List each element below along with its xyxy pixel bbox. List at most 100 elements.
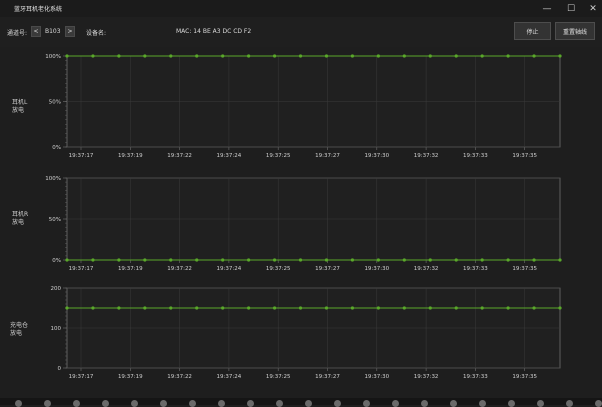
chart-left-earbud-discharge: 19:37:17 19:37:19 19:37:22 19:37:24 19:37:25… bbox=[45, 54, 562, 159]
data-point bbox=[350, 54, 355, 58]
taskbar-dot bbox=[189, 400, 196, 407]
prev-channel-button[interactable]: < bbox=[31, 26, 41, 37]
data-point bbox=[350, 306, 355, 310]
data-point bbox=[532, 258, 536, 262]
data-point bbox=[169, 54, 173, 58]
x-tick-label: 19:37:17 bbox=[69, 374, 94, 380]
x-tick-label: 19:37:19 bbox=[118, 266, 143, 272]
x-tick-label: 19:37:32 bbox=[414, 374, 439, 380]
x-tick-label: 19:37:24 bbox=[217, 153, 242, 159]
data-point bbox=[506, 306, 510, 310]
data-point bbox=[221, 306, 225, 310]
x-tick-label: 19:37:33 bbox=[463, 374, 488, 380]
data-point bbox=[91, 54, 95, 58]
data-point bbox=[272, 258, 277, 262]
taskbar-dot bbox=[15, 400, 22, 407]
data-point bbox=[91, 258, 95, 262]
y-tick-label: 100% bbox=[45, 176, 61, 182]
data-point bbox=[247, 258, 251, 262]
x-tick-label: 19:37:30 bbox=[364, 374, 389, 380]
data-point bbox=[272, 306, 277, 310]
x-tick-label: 19:37:22 bbox=[167, 374, 192, 380]
x-tick-label: 19:37:25 bbox=[266, 374, 291, 380]
maximize-icon[interactable]: ☐ bbox=[562, 0, 580, 17]
taskbar-dot bbox=[479, 400, 486, 407]
x-tick-label: 19:37:22 bbox=[167, 266, 192, 272]
x-tick-label: 19:37:24 bbox=[217, 374, 242, 380]
x-tick-label: 19:37:35 bbox=[512, 153, 537, 159]
y-tick-label: 100 bbox=[51, 326, 62, 332]
taskbar-dot bbox=[566, 400, 573, 407]
taskbar-dot bbox=[102, 400, 109, 407]
title-bar: 蓝牙耳机老化系统 — ☐ ✕ bbox=[0, 0, 602, 17]
data-point bbox=[558, 54, 562, 58]
y-tick-label: 200 bbox=[51, 286, 62, 292]
x-tick-label: 19:37:27 bbox=[315, 374, 340, 380]
data-point bbox=[91, 306, 95, 310]
data-point bbox=[350, 258, 355, 262]
x-tick-label: 19:37:35 bbox=[512, 266, 537, 272]
x-tick-label: 19:37:19 bbox=[118, 153, 143, 159]
data-point bbox=[117, 306, 121, 310]
channel-value: B103 bbox=[45, 28, 61, 35]
data-point bbox=[298, 258, 303, 262]
taskbar-dot bbox=[131, 400, 138, 407]
data-point bbox=[558, 258, 562, 262]
taskbar-dot bbox=[247, 400, 254, 407]
data-point bbox=[117, 258, 121, 262]
data-point bbox=[480, 54, 484, 58]
x-tick-label: 19:37:25 bbox=[266, 266, 291, 272]
x-tick-label: 19:37:27 bbox=[315, 153, 340, 159]
taskbar-dot bbox=[450, 400, 457, 407]
next-channel-button[interactable]: > bbox=[65, 26, 75, 37]
data-point bbox=[480, 306, 484, 310]
data-point bbox=[169, 306, 173, 310]
close-icon[interactable]: ✕ bbox=[584, 0, 602, 17]
data-point bbox=[402, 306, 406, 310]
taskbar-dot bbox=[421, 400, 428, 407]
data-point bbox=[195, 306, 199, 310]
taskbar-dot bbox=[595, 400, 602, 407]
data-point bbox=[506, 54, 510, 58]
data-point bbox=[480, 258, 484, 262]
data-point bbox=[506, 258, 510, 262]
x-tick-label: 19:37:25 bbox=[266, 153, 291, 159]
data-point bbox=[454, 306, 458, 310]
taskbar-dot bbox=[334, 400, 341, 407]
data-point bbox=[195, 258, 199, 262]
x-tick-label: 19:37:33 bbox=[463, 153, 488, 159]
x-tick-label: 19:37:35 bbox=[512, 374, 537, 380]
taskbar-dot bbox=[508, 400, 515, 407]
x-tick-label: 19:37:32 bbox=[414, 153, 439, 159]
data-point bbox=[221, 54, 225, 58]
y-tick-label: 0 bbox=[58, 366, 62, 372]
data-point bbox=[532, 54, 536, 58]
data-point bbox=[324, 54, 329, 58]
minimize-icon[interactable]: — bbox=[538, 0, 556, 17]
device-name-label: 设备名: bbox=[86, 30, 107, 37]
data-point bbox=[558, 306, 562, 310]
y-tick-label: 50% bbox=[49, 217, 61, 223]
data-point bbox=[454, 258, 458, 262]
data-point bbox=[247, 54, 251, 58]
data-point bbox=[272, 54, 277, 58]
data-point bbox=[428, 258, 432, 262]
data-point bbox=[65, 258, 69, 262]
taskbar-dot bbox=[160, 400, 167, 407]
stop-button[interactable]: 停止 bbox=[514, 22, 551, 40]
data-point bbox=[247, 306, 251, 310]
data-point bbox=[221, 258, 225, 262]
x-tick-label: 19:37:30 bbox=[364, 266, 389, 272]
data-point bbox=[298, 54, 303, 58]
y-tick-label: 100% bbox=[45, 54, 61, 60]
data-point bbox=[324, 306, 329, 310]
data-point bbox=[376, 306, 380, 310]
data-point bbox=[428, 306, 432, 310]
y-tick-label: 0% bbox=[52, 145, 61, 151]
data-point bbox=[117, 54, 121, 58]
taskbar-dot bbox=[218, 400, 225, 407]
taskbar-dot bbox=[73, 400, 80, 407]
chart-charging-case-discharge: 19:37:17 19:37:19 19:37:22 19:37:24 19:37:25… bbox=[51, 286, 562, 380]
data-point bbox=[195, 54, 199, 58]
reset-axis-button[interactable]: 重置轴线 bbox=[555, 22, 595, 40]
